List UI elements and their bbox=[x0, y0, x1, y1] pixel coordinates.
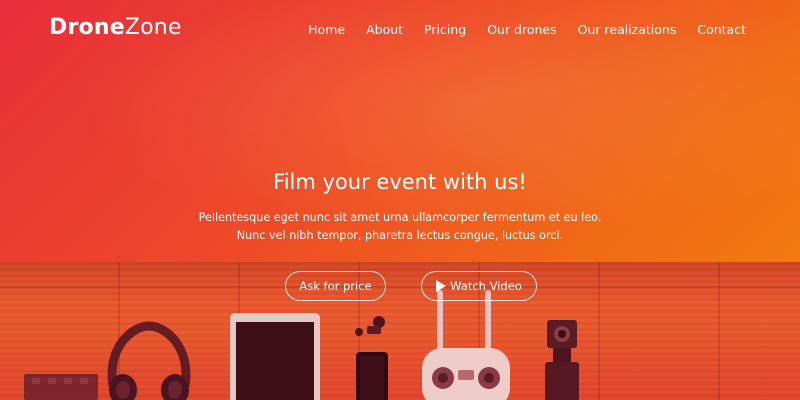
watch-video-button[interactable]: Watch Video bbox=[421, 271, 537, 301]
nav-pricing[interactable]: Pricing bbox=[424, 22, 466, 37]
action-camera-image bbox=[545, 320, 579, 400]
hero-background bbox=[0, 0, 800, 400]
play-icon bbox=[436, 280, 447, 292]
nav-home[interactable]: Home bbox=[308, 22, 345, 37]
hero-title: Film your event with us! bbox=[273, 170, 527, 194]
camera-case-image bbox=[24, 374, 98, 400]
nav-contact[interactable]: Contact bbox=[697, 22, 746, 37]
phone-image bbox=[356, 352, 388, 400]
logo-light-text: Zone bbox=[124, 15, 182, 40]
headphones-image bbox=[107, 321, 191, 400]
hero-description-line-1: Pellentesque eget nunc sit amet urna ull… bbox=[198, 211, 602, 224]
tablet-image bbox=[230, 313, 320, 400]
hero-description-line-2: Nunc vel nibh tempor, pharetra lectus co… bbox=[236, 229, 564, 242]
main-nav: Home About Pricing Our drones Our realiz… bbox=[308, 22, 746, 37]
site-logo[interactable]: DroneZone bbox=[49, 15, 182, 40]
watch-video-label: Watch Video bbox=[450, 279, 522, 293]
gimbal-image bbox=[355, 316, 385, 336]
hero-description: Pellentesque eget nunc sit amet urna ull… bbox=[0, 209, 800, 245]
remote-controller-image bbox=[422, 290, 510, 400]
nav-our-realizations[interactable]: Our realizations bbox=[578, 22, 677, 37]
nav-our-drones[interactable]: Our drones bbox=[487, 22, 556, 37]
logo-bold-text: Drone bbox=[49, 15, 125, 40]
ask-for-price-button[interactable]: Ask for price bbox=[285, 271, 386, 301]
ask-for-price-label: Ask for price bbox=[299, 279, 372, 293]
nav-about[interactable]: About bbox=[366, 22, 403, 37]
